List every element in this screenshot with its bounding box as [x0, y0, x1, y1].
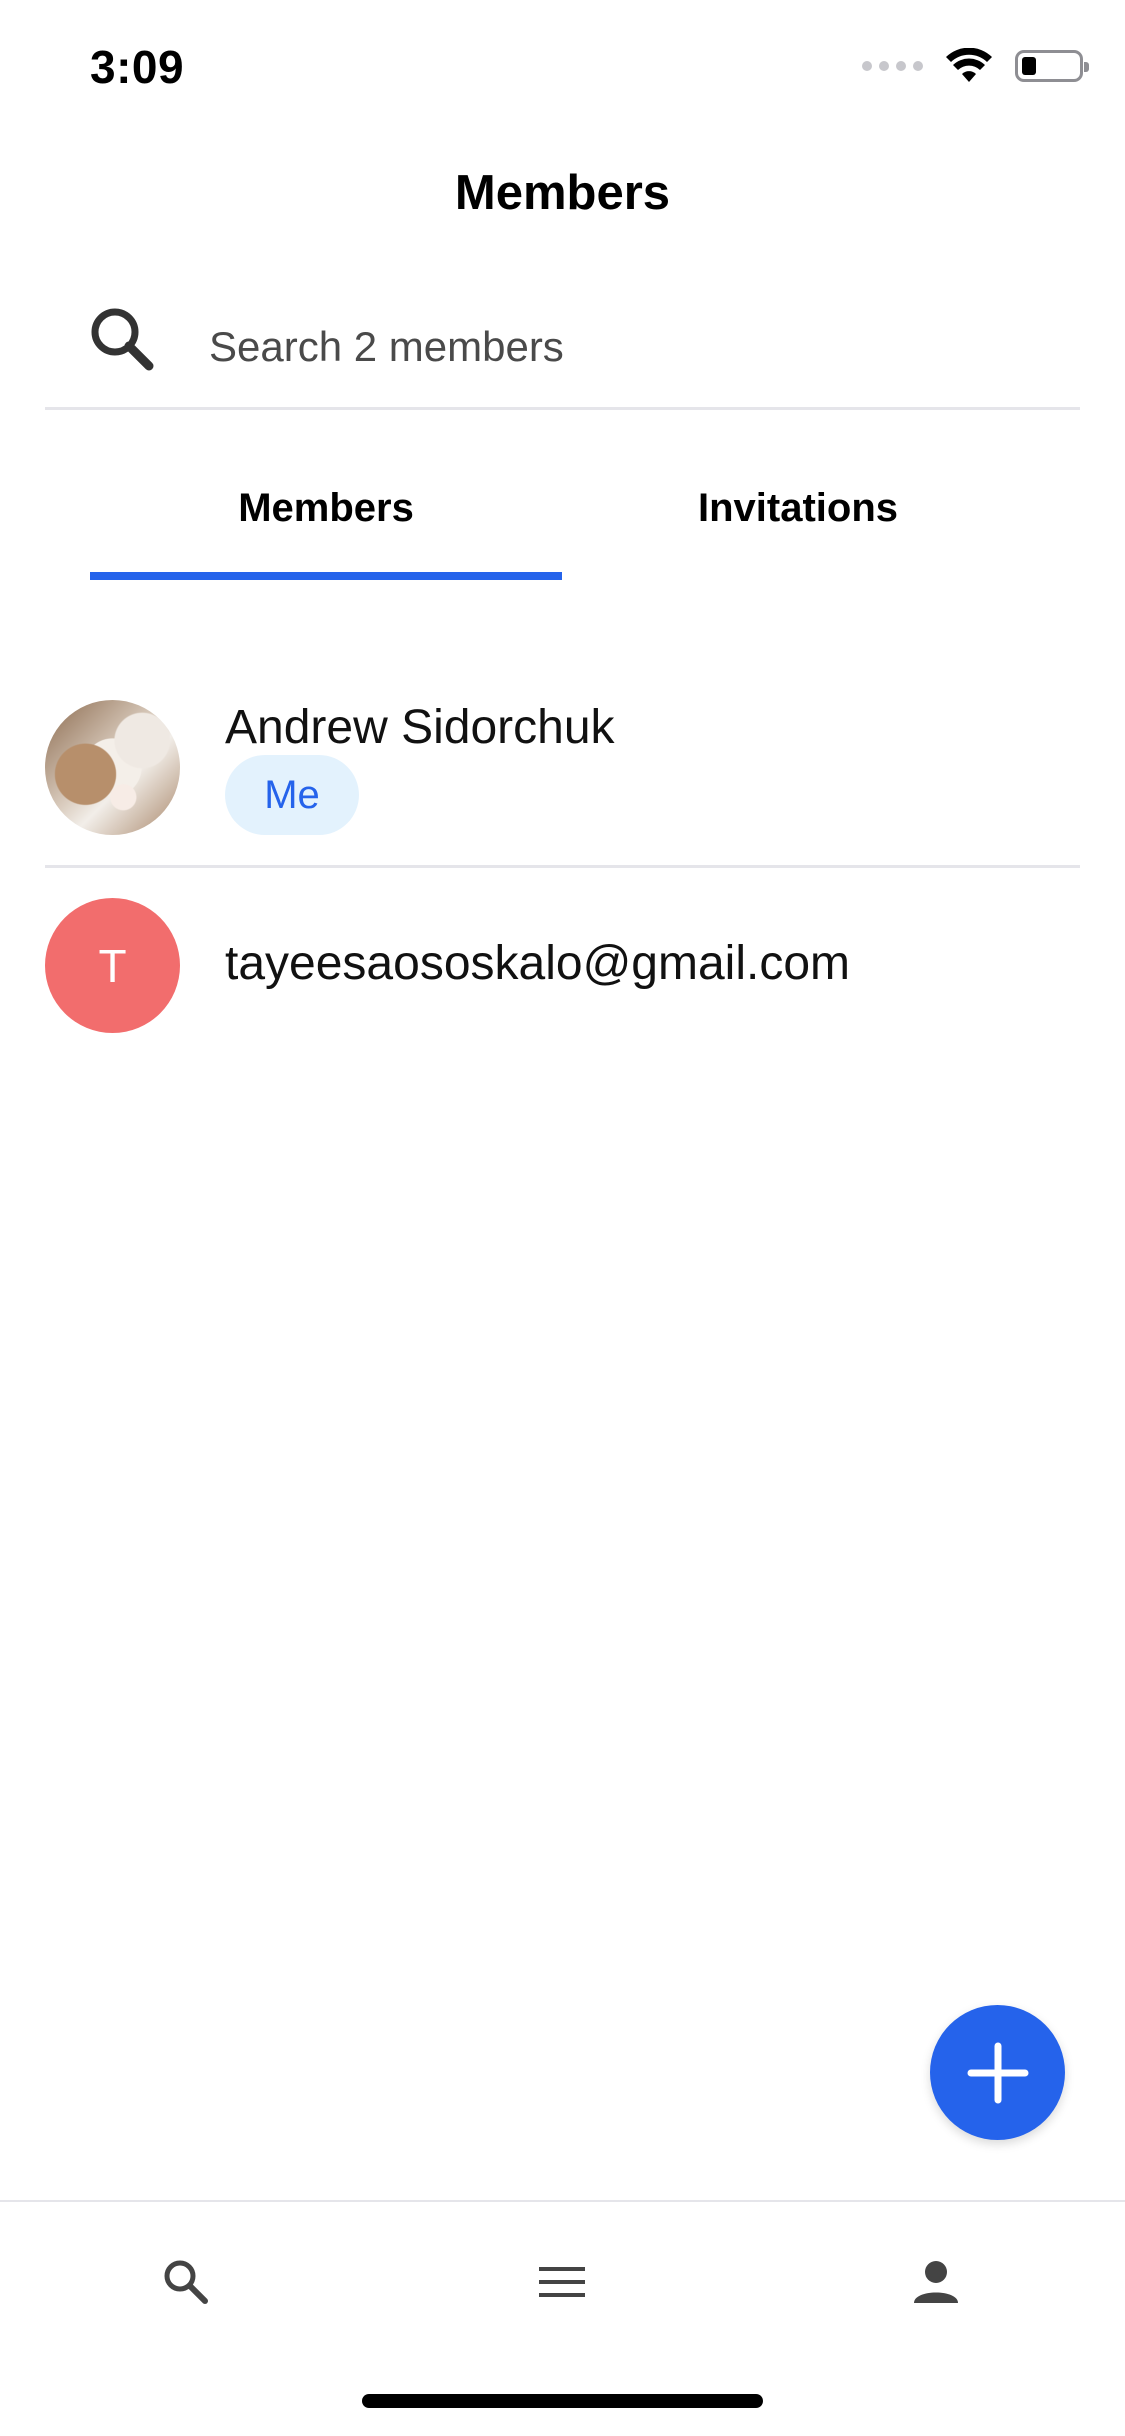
member-name: Andrew Sidorchuk	[225, 701, 615, 754]
tab-invitations[interactable]: Invitations	[562, 470, 1034, 580]
plus-icon	[967, 2042, 1028, 2103]
avatar: T	[45, 898, 180, 1033]
me-badge: Me	[225, 755, 359, 835]
search-icon[interactable]	[83, 300, 163, 380]
status-time: 3:09	[90, 41, 185, 93]
add-member-button[interactable]	[930, 2005, 1065, 2140]
status-bar: 3:09	[0, 0, 1125, 140]
home-indicator	[362, 2394, 763, 2408]
tab-invitations-label: Invitations	[697, 486, 899, 530]
menu-icon	[539, 2267, 585, 2297]
tab-active-indicator	[90, 572, 562, 580]
tab-members-label: Members	[238, 486, 414, 530]
search-input[interactable]	[209, 312, 1049, 382]
search-icon	[164, 2260, 208, 2304]
search-bar	[45, 290, 1080, 410]
signal-dots-icon	[862, 61, 923, 71]
page-title: Members	[454, 166, 671, 220]
status-icons	[862, 48, 1089, 84]
tab-bar: Members Invitations	[90, 470, 1035, 580]
member-email: tayeesaososkalo@gmail.com	[225, 937, 851, 990]
member-list: Andrew Sidorchuk Me T tayeesaososkalo@gm…	[45, 690, 1080, 1038]
nav-search-button[interactable]	[146, 2242, 226, 2322]
battery-icon	[1015, 50, 1089, 82]
members-screen: 3:09 Members Members	[0, 0, 1125, 2436]
list-item[interactable]: T tayeesaososkalo@gmail.com	[45, 868, 1080, 1038]
nav-profile-button[interactable]	[896, 2242, 976, 2322]
nav-menu-button[interactable]	[522, 2242, 602, 2322]
tab-members[interactable]: Members	[90, 470, 562, 580]
avatar	[45, 700, 180, 835]
person-icon	[914, 2261, 958, 2303]
wifi-icon	[946, 48, 992, 82]
list-item[interactable]: Andrew Sidorchuk Me	[45, 690, 1080, 868]
